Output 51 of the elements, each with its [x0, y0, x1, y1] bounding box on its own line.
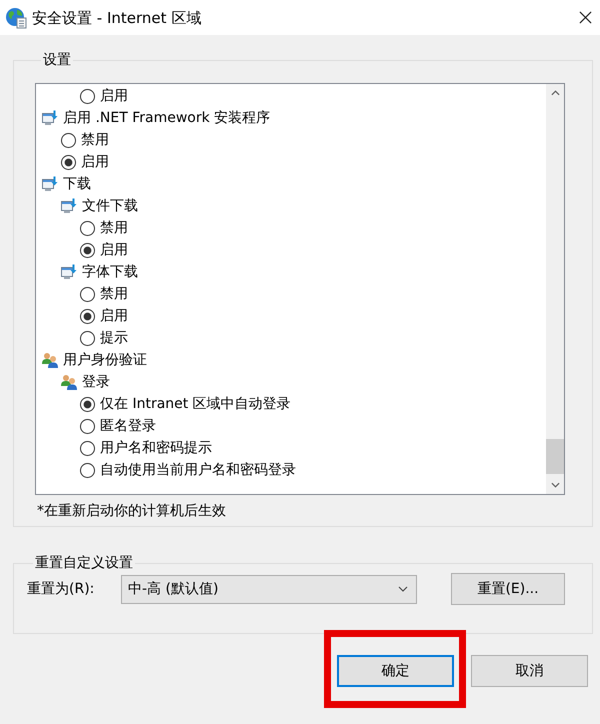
radio-button[interactable] — [61, 154, 76, 170]
radio-button[interactable] — [80, 396, 95, 412]
radio-button[interactable] — [80, 440, 95, 456]
scrollbar-thumb[interactable] — [546, 439, 564, 474]
level-dropdown[interactable]: 中-高 (默认值) — [121, 574, 417, 604]
option-label[interactable]: 用户名和密码提示 — [100, 439, 212, 457]
option-label[interactable]: 匿名登录 — [100, 417, 156, 435]
chevron-down-icon[interactable] — [550, 482, 560, 488]
setting-label: 下载 — [63, 175, 91, 193]
option-label[interactable]: 启用 — [100, 87, 128, 105]
globe-icon — [5, 6, 27, 28]
setting-label: 用户身份验证 — [63, 351, 147, 369]
radio-button[interactable] — [80, 308, 95, 324]
radio-button[interactable] — [61, 132, 76, 148]
window-arrow-icon — [61, 264, 77, 280]
radio-button[interactable] — [80, 286, 95, 302]
radio-button[interactable] — [80, 418, 95, 434]
cancel-button[interactable]: 取消 — [471, 655, 588, 687]
chevron-down-icon — [398, 586, 408, 592]
window-arrow-icon — [42, 110, 58, 126]
radio-button[interactable] — [80, 220, 95, 236]
option-label[interactable]: 禁用 — [100, 285, 128, 303]
option-label[interactable]: 启用 — [100, 307, 128, 325]
setting-label: 文件下载 — [82, 197, 138, 215]
option-label[interactable]: 提示 — [100, 329, 128, 347]
option-label[interactable]: 禁用 — [100, 219, 128, 237]
reset-label: 重置为(R): — [27, 580, 96, 598]
reset-button[interactable]: 重置(E)... — [451, 573, 565, 605]
radio-button[interactable] — [80, 462, 95, 478]
setting-label: 登录 — [82, 373, 110, 391]
window-arrow-icon — [61, 198, 77, 214]
option-label[interactable]: 启用 — [100, 241, 128, 259]
setting-label: 启用 .NET Framework 安装程序 — [63, 109, 270, 127]
group-title: 重置自定义设置 — [34, 554, 134, 573]
window-title: 安全设置 - Internet 区域 — [32, 8, 202, 28]
option-label[interactable]: 禁用 — [81, 131, 109, 149]
group-title: 设置 — [42, 51, 72, 70]
ok-button[interactable]: 确定 — [337, 655, 454, 687]
users-icon — [61, 374, 77, 390]
option-label[interactable]: 启用 — [81, 153, 109, 171]
restart-note: *在重新启动你的计算机后生效 — [37, 502, 227, 520]
chevron-up-icon[interactable] — [550, 90, 560, 96]
radio-button[interactable] — [80, 242, 95, 258]
close-icon[interactable] — [579, 11, 592, 24]
option-label[interactable]: 仅在 Intranet 区域中自动登录 — [100, 395, 291, 413]
window-arrow-icon — [42, 176, 58, 192]
setting-label: 字体下载 — [82, 263, 138, 281]
radio-button[interactable] — [80, 88, 95, 104]
option-label[interactable]: 自动使用当前用户名和密码登录 — [100, 461, 296, 479]
radio-button[interactable] — [80, 330, 95, 346]
users-icon — [42, 352, 58, 368]
